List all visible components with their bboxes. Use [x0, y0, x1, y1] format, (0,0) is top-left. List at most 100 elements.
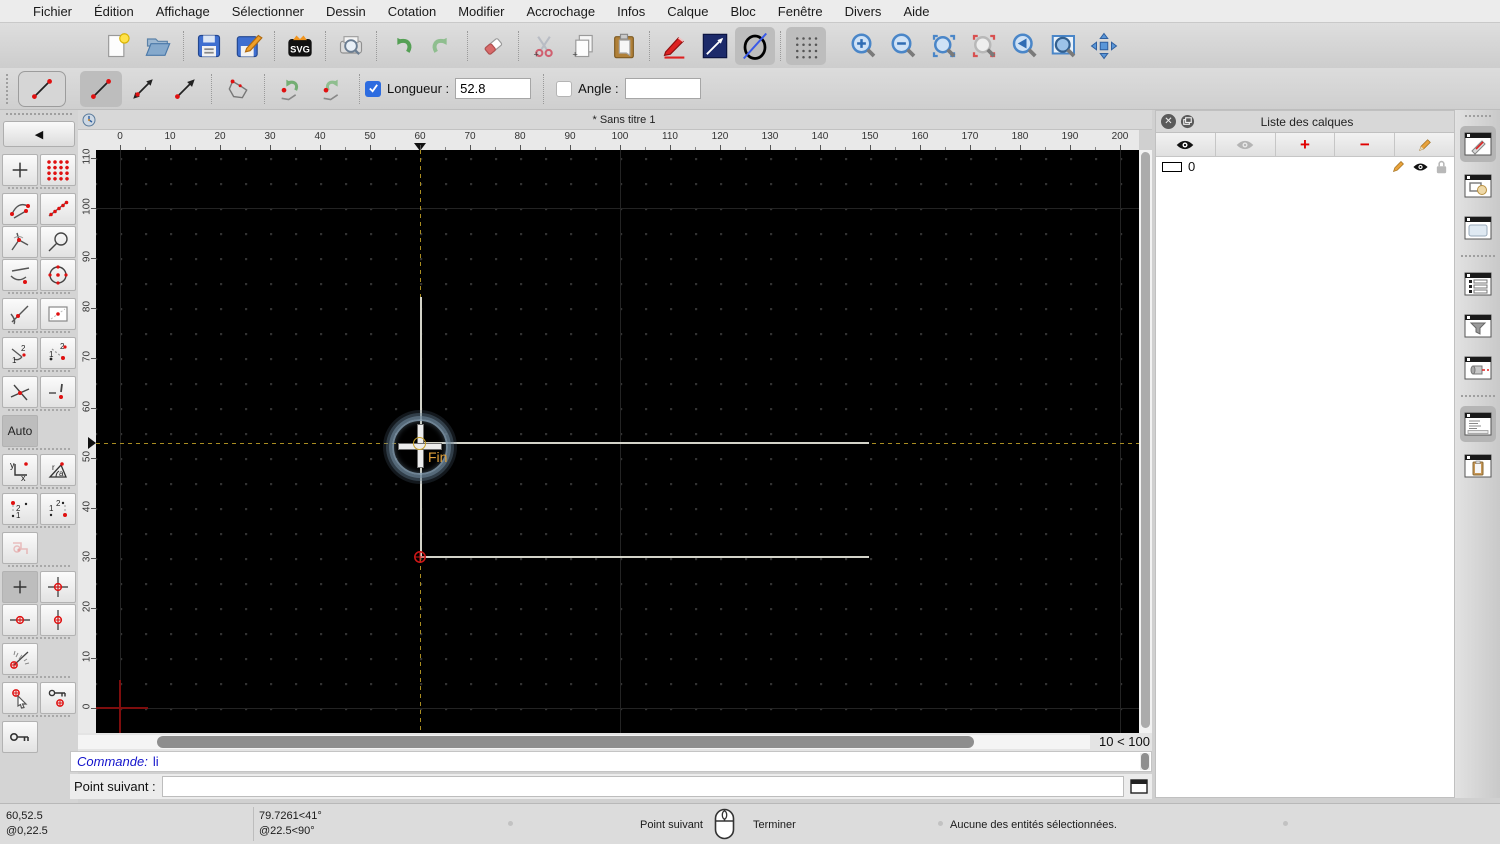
- zoom-out-button[interactable]: [884, 27, 924, 65]
- snap-on-entity-button[interactable]: [40, 193, 76, 225]
- menu-item-affichage[interactable]: Affichage: [145, 0, 221, 23]
- undo-button[interactable]: [382, 27, 422, 65]
- snap-free-button[interactable]: [2, 154, 38, 186]
- menu-item-fenetre[interactable]: Fenêtre: [767, 0, 834, 23]
- layer-row[interactable]: 0: [1156, 157, 1454, 176]
- layer-color-swatch[interactable]: [1162, 161, 1182, 172]
- menu-item-aide[interactable]: Aide: [892, 0, 940, 23]
- show-all-layers-button[interactable]: [1156, 133, 1216, 156]
- menu-item-cotation[interactable]: Cotation: [377, 0, 447, 23]
- keyboard-toggle-button[interactable]: [1126, 775, 1152, 798]
- snap-endpoints-button[interactable]: [2, 193, 38, 225]
- coordinate-polar-button[interactable]: ra: [40, 454, 76, 486]
- toolbar-drag-handle[interactable]: [6, 73, 14, 104]
- entity-list-dock-button[interactable]: [1460, 266, 1496, 302]
- command-history-scrollbar[interactable]: [1140, 753, 1150, 770]
- command-input[interactable]: [161, 776, 1124, 797]
- lock-layer-button[interactable]: [2, 721, 38, 753]
- history-scrollbar-thumb[interactable]: [1141, 753, 1149, 770]
- h-scrollbar-thumb[interactable]: [157, 736, 974, 748]
- zoom-window-button[interactable]: [1044, 27, 1084, 65]
- ellipse-mode-button[interactable]: [735, 26, 775, 65]
- menu-item-bloc[interactable]: Bloc: [719, 0, 766, 23]
- coordinate-cartesian-button[interactable]: yx: [2, 454, 38, 486]
- length-checkbox[interactable]: [365, 80, 381, 97]
- snap-intersection-manual-button[interactable]: [40, 376, 76, 408]
- canvas-vertical-scrollbar[interactable]: [1139, 150, 1152, 733]
- block-list-dock-button[interactable]: [1460, 168, 1496, 204]
- snap-perpendicular-button[interactable]: [2, 226, 38, 258]
- menu-item-calque[interactable]: Calque: [656, 0, 719, 23]
- snap-center-button[interactable]: [40, 259, 76, 291]
- restrict-angle-button[interactable]: [2, 643, 38, 675]
- pencil-icon[interactable]: [1391, 159, 1406, 174]
- order-1-2-a-button[interactable]: 21: [2, 493, 38, 525]
- snap-middle-button[interactable]: [2, 259, 38, 291]
- zoom-in-button[interactable]: [844, 27, 884, 65]
- delete-button[interactable]: [473, 27, 513, 65]
- line-ray-button[interactable]: [164, 71, 206, 107]
- order-1-2-b-button[interactable]: 12: [40, 493, 76, 525]
- edit-layer-button[interactable]: [1395, 133, 1454, 156]
- float-panel-icon[interactable]: [1180, 114, 1195, 129]
- snap-nearest-button[interactable]: [2, 298, 38, 330]
- zoom-pan-button[interactable]: [1084, 27, 1124, 65]
- redo-button[interactable]: [422, 27, 462, 65]
- grid-toggle-button[interactable]: [786, 26, 826, 65]
- zoom-previous-button[interactable]: [964, 27, 1004, 65]
- menu-item-infos[interactable]: Infos: [606, 0, 656, 23]
- angle-input[interactable]: [624, 78, 701, 99]
- angle-checkbox[interactable]: [556, 80, 573, 97]
- layer-list-dock-button[interactable]: [1459, 126, 1496, 162]
- menu-item-divers[interactable]: Divers: [834, 0, 893, 23]
- document-titlebar[interactable]: * Sans titre 1: [78, 110, 1152, 130]
- save-button[interactable]: [189, 27, 229, 65]
- snap-intersection-button[interactable]: [2, 376, 38, 408]
- print-preview-button[interactable]: [331, 27, 371, 65]
- eye-icon[interactable]: [1412, 161, 1429, 173]
- open-file-button[interactable]: [138, 27, 178, 65]
- filter-dock-button[interactable]: [1460, 308, 1496, 344]
- lock-icon[interactable]: [1435, 160, 1448, 174]
- restrict-box-button[interactable]: [40, 298, 76, 330]
- command-widget-dock-button[interactable]: [1459, 406, 1496, 442]
- restrict-vertical-button[interactable]: [40, 604, 76, 636]
- v-scrollbar-thumb[interactable]: [1141, 152, 1150, 728]
- menu-item-modifier[interactable]: Modifier: [447, 0, 515, 23]
- snap-grid-button[interactable]: [40, 154, 76, 186]
- redo-segment-button[interactable]: [312, 71, 354, 107]
- library-browser-dock-button[interactable]: [1460, 210, 1496, 246]
- save-as-button[interactable]: [229, 27, 269, 65]
- export-svg-button[interactable]: SVG: [280, 27, 320, 65]
- copy-button[interactable]: +: [564, 27, 604, 65]
- snap-sequence-b-button[interactable]: 12: [40, 337, 76, 369]
- restrict-horizontal-button[interactable]: [2, 604, 38, 636]
- line-mode-button[interactable]: [695, 27, 735, 65]
- add-layer-button[interactable]: +: [1275, 133, 1336, 156]
- cut-button[interactable]: +: [524, 27, 564, 65]
- remove-layer-button[interactable]: −: [1335, 133, 1396, 156]
- entity-info-dock-button[interactable]: [1460, 350, 1496, 386]
- snap-auto-button[interactable]: Auto: [2, 415, 38, 447]
- menu-item-edition[interactable]: Édition: [83, 0, 145, 23]
- lock-relative-zero-button[interactable]: [40, 682, 76, 714]
- line-angle-button[interactable]: [122, 71, 164, 107]
- dock-drag-handle[interactable]: [1464, 115, 1491, 117]
- menu-item-fichier[interactable]: Fichier: [22, 0, 83, 23]
- drawing-canvas[interactable]: Fin: [96, 150, 1139, 733]
- menu-item-accrochage[interactable]: Accrochage: [515, 0, 606, 23]
- undo-segment-button[interactable]: [270, 71, 312, 107]
- menu-item-dessin[interactable]: Dessin: [315, 0, 377, 23]
- canvas-horizontal-scrollbar[interactable]: [78, 735, 1090, 749]
- close-icon[interactable]: ✕: [1161, 114, 1176, 129]
- paste-button[interactable]: [604, 27, 644, 65]
- set-relative-zero-button[interactable]: [40, 571, 76, 603]
- sidebar-back-button[interactable]: ◀: [3, 121, 75, 147]
- menu-item-selectionner[interactable]: Sélectionner: [221, 0, 315, 23]
- snap-distance-button[interactable]: [40, 226, 76, 258]
- snap-sequence-a-button[interactable]: 21: [2, 337, 38, 369]
- restrict-nothing-button[interactable]: [2, 532, 38, 564]
- line-two-points-button[interactable]: [80, 70, 122, 107]
- sidebar-drag-handle[interactable]: [6, 113, 72, 119]
- relative-zero-plus-button[interactable]: [2, 571, 38, 603]
